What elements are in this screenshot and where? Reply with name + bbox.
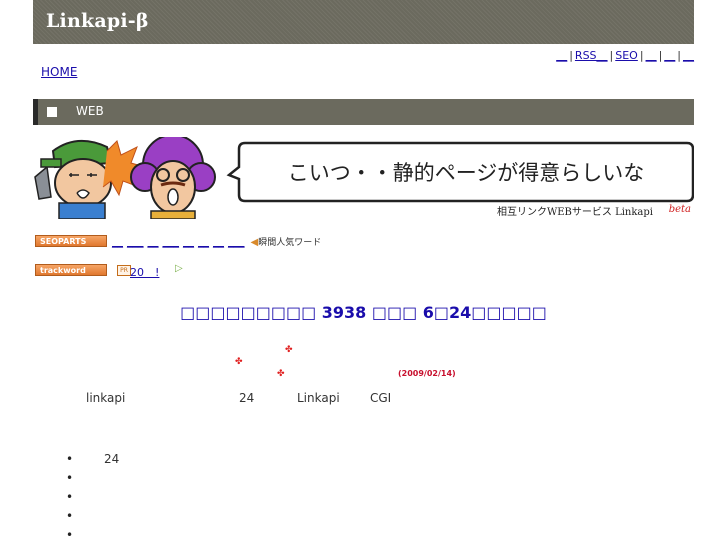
banner-image[interactable]: こいつ・・静的ページが得意らしいな 相互リンクWEBサービス Linkapi b…	[33, 134, 695, 220]
sparkle-icon: ✤	[277, 369, 285, 379]
article-headline[interactable]: □□□□□□□□□ 3938 □□□ 6□24□□□□□	[33, 303, 694, 322]
list-item	[60, 471, 119, 490]
seoparts-link-8[interactable]: ___	[228, 235, 245, 248]
banner-speech: こいつ・・静的ページが得意らしいな	[288, 161, 645, 185]
text-24: 24	[239, 391, 255, 405]
pr-link[interactable]: 20 !	[130, 264, 159, 280]
section-title: WEB	[76, 104, 104, 118]
banner-caption-beta: beta	[669, 204, 691, 215]
top-links: __ | RSS__ | SEO | __ | __ | __	[556, 49, 694, 62]
text-cgi: CGI	[370, 391, 392, 405]
seoparts-link-7[interactable]: __	[213, 235, 224, 248]
list-item: 24	[60, 452, 119, 471]
seoparts-links: __ ___ __ ___ __ __ __ ___ ◀瞬間人気ワード	[112, 235, 321, 248]
text-linkapi: linkapi	[86, 391, 126, 405]
seoparts-link-3[interactable]: __	[148, 235, 159, 248]
top-link-6[interactable]: __	[683, 49, 694, 62]
top-link-5[interactable]: __	[664, 49, 675, 62]
home-link[interactable]: HOME	[41, 65, 77, 79]
banner-caption: 相互リンクWEBサービス Linkapi	[497, 205, 653, 218]
top-link-1[interactable]: __	[556, 49, 567, 62]
seoparts-link-1[interactable]: __	[112, 235, 123, 248]
top-link-rss[interactable]: RSS__	[575, 49, 608, 62]
text-linkapi-2: Linkapi	[297, 391, 340, 405]
seoparts-link-4[interactable]: ___	[163, 235, 180, 248]
play-arrow-icon[interactable]: ▷	[175, 263, 183, 274]
section-bar: WEB	[33, 99, 694, 125]
seoparts-link-5[interactable]: __	[183, 235, 194, 248]
seoparts-link-6[interactable]: __	[198, 235, 209, 248]
seoparts-link-2[interactable]: ___	[127, 235, 144, 248]
post-date: (2009/02/14)	[398, 369, 456, 378]
seoparts-badge[interactable]: SEOPARTS	[35, 235, 107, 247]
list-item	[60, 490, 119, 509]
sparkle-icon: ✤	[235, 357, 243, 367]
square-bullet-icon	[47, 107, 57, 117]
hot-words-label[interactable]: 瞬間人気ワード	[258, 238, 321, 248]
sparkle-icon: ✤	[285, 345, 293, 355]
bullet-list: 24	[60, 452, 119, 547]
list-item	[60, 528, 119, 547]
banner-illustration: こいつ・・静的ページが得意らしいな 相互リンクWEBサービス Linkapi b…	[33, 134, 695, 220]
pr-icon: PR	[117, 265, 131, 276]
list-item	[60, 509, 119, 528]
site-logo[interactable]: Linkapi-β	[46, 10, 149, 32]
top-link-seo[interactable]: SEO	[615, 49, 638, 62]
top-link-4[interactable]: __	[646, 49, 657, 62]
trackword-badge[interactable]: trackword	[35, 264, 107, 276]
